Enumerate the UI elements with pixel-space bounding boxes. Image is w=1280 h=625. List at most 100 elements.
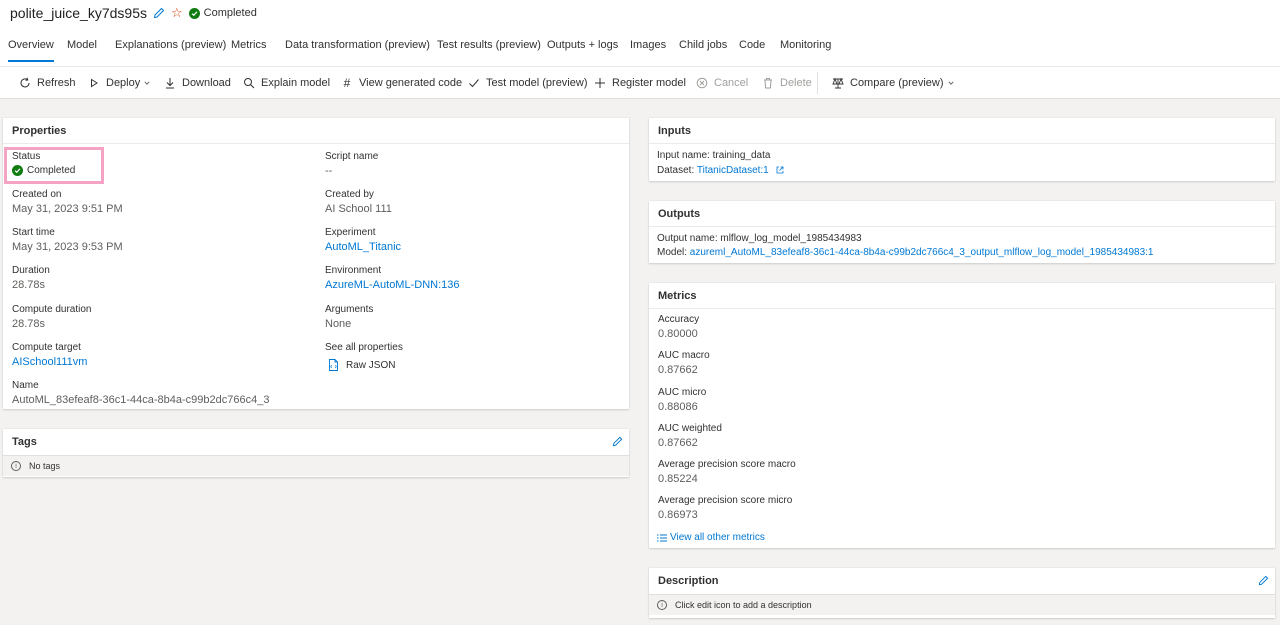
experiment-link[interactable]: AutoML_Titanic	[325, 241, 401, 253]
job-title: polite_juice_ky7ds95s	[10, 5, 147, 21]
start-time-value: May 31, 2023 9:53 PM	[12, 241, 123, 253]
external-link-icon[interactable]	[776, 166, 784, 174]
test-model-label: Test model (preview)	[486, 77, 588, 89]
description-title: Description	[658, 575, 719, 587]
metric-item: AUC micro 0.88086	[658, 387, 706, 413]
tab-code[interactable]: Code	[739, 39, 765, 51]
deploy-button[interactable]: Deploy	[88, 77, 150, 89]
favorite-star-icon[interactable]: ☆	[171, 6, 183, 19]
toolbar-divider	[817, 72, 818, 94]
metric-label: AUC weighted	[658, 423, 722, 434]
delete-label: Delete	[780, 77, 812, 89]
tab-data-transformation[interactable]: Data transformation (preview)	[285, 39, 430, 51]
view-all-metrics-link[interactable]: View all other metrics	[657, 532, 765, 543]
edit-tags-icon[interactable]	[612, 436, 623, 447]
name-value: AutoML_83efeaf8-36c1-44ca-8b4a-c99b2dc76…	[12, 394, 270, 406]
view-generated-code-button[interactable]: # View generated code	[341, 76, 463, 90]
metric-label: Average precision score macro	[658, 459, 796, 470]
properties-header: Properties	[3, 118, 629, 144]
download-label: Download	[182, 77, 231, 89]
metric-label: AUC micro	[658, 387, 707, 398]
explain-model-label: Explain model	[261, 77, 331, 89]
metric-item: AUC weighted 0.87662	[658, 423, 722, 449]
model-link[interactable]: azureml_AutoML_83efeaf8-36c1-44ca-8b4a-c…	[690, 247, 1154, 258]
duration-property: Duration 28.78s	[12, 265, 50, 291]
register-model-button[interactable]: Register model	[594, 77, 686, 89]
duration-label: Duration	[12, 265, 50, 276]
tab-explanations[interactable]: Explanations (preview)	[115, 39, 226, 51]
refresh-icon	[19, 77, 31, 89]
refresh-button[interactable]: Refresh	[19, 77, 76, 89]
input-dataset: Dataset: TitanicDataset:1	[657, 165, 784, 176]
hash-icon: #	[343, 76, 351, 90]
edit-pencil-icon[interactable]	[153, 7, 165, 19]
outputs-header: Outputs	[649, 201, 1275, 227]
raw-json-label: Raw JSON	[346, 359, 396, 371]
list-icon	[657, 534, 667, 541]
input-name: Input name: training_data	[657, 150, 771, 161]
search-icon	[243, 77, 255, 89]
metric-value: 0.85224	[658, 473, 698, 485]
tags-empty-bar: i No tags	[3, 455, 629, 476]
metric-value: 0.80000	[658, 328, 698, 340]
output-model: Model: azureml_AutoML_83efeaf8-36c1-44ca…	[657, 247, 1153, 258]
cancel-button[interactable]: Cancel	[696, 77, 748, 89]
compare-button[interactable]: Compare (preview)	[832, 77, 954, 89]
explain-model-button[interactable]: Explain model	[243, 77, 330, 89]
tab-images[interactable]: Images	[630, 39, 666, 51]
start-time-property: Start time May 31, 2023 9:53 PM	[12, 227, 123, 253]
metric-item: Average precision score macro 0.85224	[658, 459, 796, 485]
trash-icon	[762, 77, 774, 89]
tab-monitoring[interactable]: Monitoring	[780, 39, 831, 51]
tab-test-results[interactable]: Test results (preview)	[437, 39, 541, 51]
created-by-property: Created by AI School 111	[325, 189, 392, 215]
compare-icon	[832, 77, 844, 89]
metric-value: 0.86973	[658, 509, 698, 521]
tags-title: Tags	[12, 436, 37, 448]
outputs-card: Outputs Output name: mlflow_log_model_19…	[649, 201, 1275, 263]
tab-model[interactable]: Model	[67, 39, 97, 51]
view-all-metrics-label: View all other metrics	[670, 532, 765, 543]
inputs-card: Inputs Input name: training_data Dataset…	[649, 118, 1275, 181]
metrics-header: Metrics	[649, 283, 1275, 309]
cancel-label: Cancel	[714, 77, 749, 89]
created-on-property: Created on May 31, 2023 9:51 PM	[12, 189, 123, 215]
metrics-title: Metrics	[658, 290, 697, 302]
download-button[interactable]: Download	[164, 77, 231, 89]
edit-description-icon[interactable]	[1258, 575, 1269, 586]
created-by-label: Created by	[325, 189, 374, 200]
raw-json-button[interactable]: Raw JSON	[325, 359, 403, 371]
tags-card: Tags i No tags	[3, 429, 629, 477]
outputs-title: Outputs	[658, 208, 701, 220]
model-prefix: Model:	[657, 247, 688, 258]
status-badge: Completed	[188, 7, 257, 19]
tab-metrics[interactable]: Metrics	[231, 39, 266, 51]
metric-value: 0.87662	[658, 437, 698, 449]
chevron-down-icon	[144, 81, 150, 85]
compute-target-property: Compute target AISchool111vm	[12, 342, 87, 368]
command-bar: Refresh Deploy Download Explain model # …	[0, 66, 1280, 99]
metric-value: 0.87662	[658, 364, 698, 376]
description-empty-text: Click edit icon to add a description	[675, 600, 812, 610]
info-icon: i	[11, 461, 21, 471]
compute-target-link[interactable]: AISchool111vm	[12, 356, 87, 368]
duration-value: 28.78s	[12, 279, 46, 291]
dataset-link[interactable]: TitanicDataset:1	[697, 165, 769, 176]
tab-outputs-logs[interactable]: Outputs + logs	[547, 39, 618, 51]
environment-link[interactable]: AzureML-AutoML-DNN:136	[325, 279, 460, 291]
status-highlight-box	[4, 147, 104, 184]
test-model-button[interactable]: Test model (preview)	[468, 77, 587, 89]
output-name: Output name: mlflow_log_model_1985434983	[657, 233, 862, 244]
delete-button[interactable]: Delete	[762, 77, 812, 89]
compute-target-label: Compute target	[12, 342, 81, 353]
play-icon	[88, 77, 100, 89]
tab-overview[interactable]: Overview	[8, 39, 54, 62]
download-icon	[164, 77, 176, 89]
compute-duration-value: 28.78s	[12, 318, 46, 330]
inputs-title: Inputs	[658, 125, 691, 137]
script-name-value: --	[325, 165, 333, 177]
see-all-properties: See all properties Raw JSON	[325, 342, 403, 371]
tab-child-jobs[interactable]: Child jobs	[679, 39, 727, 51]
metric-item: Average precision score micro 0.86973	[658, 495, 792, 521]
description-empty-bar: i Click edit icon to add a description	[649, 594, 1275, 615]
